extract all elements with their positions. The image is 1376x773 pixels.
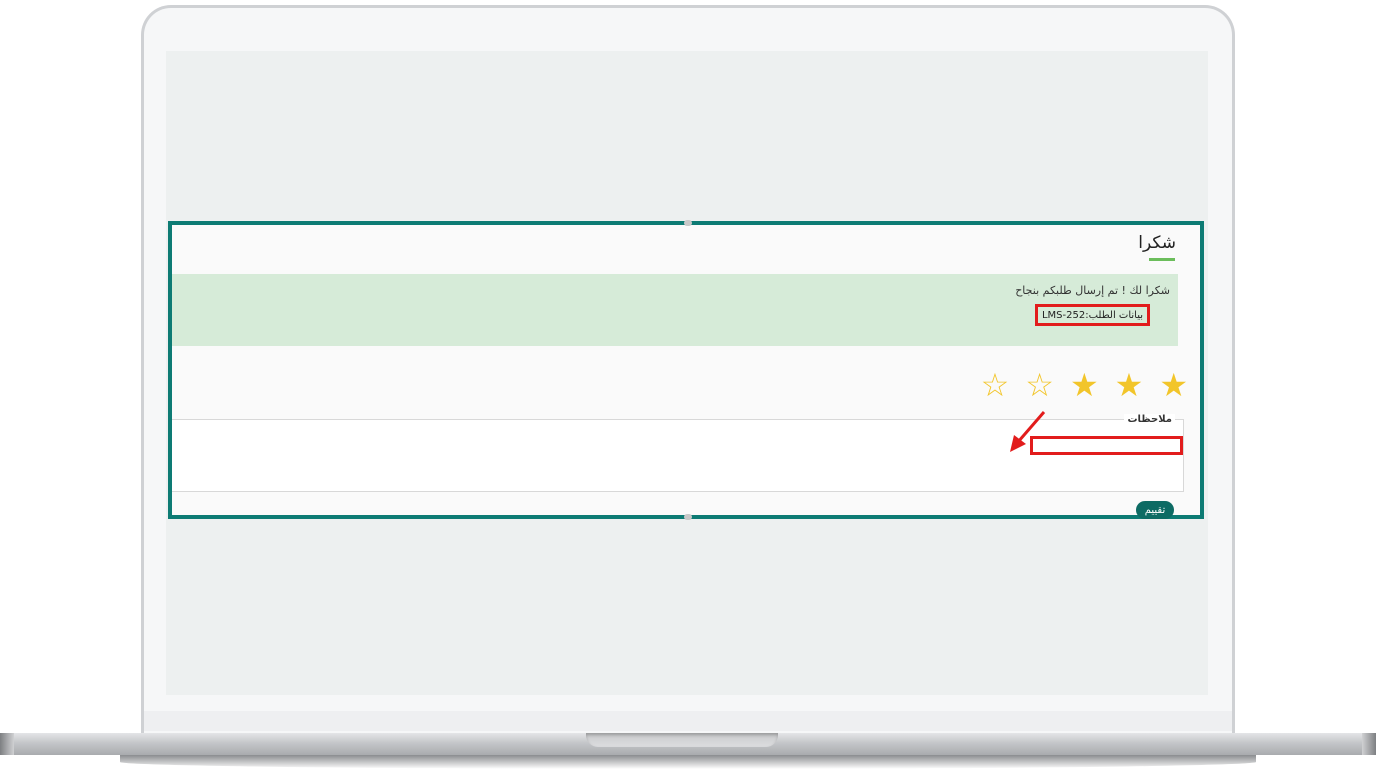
resize-handle [684, 514, 692, 520]
rate-button[interactable]: تقييم [1136, 501, 1174, 519]
laptop-base-end-right [1362, 733, 1376, 755]
star-icon[interactable]: ★ [1159, 368, 1188, 402]
star-rating[interactable]: ★ ★ ★ ☆ ☆ [981, 368, 1188, 402]
star-outline-icon[interactable]: ☆ [981, 368, 1010, 402]
screen: شكرا شكرا لك ! تم إرسال طلبكم بنجاح بيان… [166, 51, 1208, 695]
thank-you-panel: شكرا شكرا لك ! تم إرسال طلبكم بنجاح بيان… [168, 220, 1204, 520]
notes-input[interactable] [1030, 436, 1183, 455]
star-icon[interactable]: ★ [1070, 368, 1099, 402]
title-underline [1149, 258, 1175, 261]
success-alert: شكرا لك ! تم إرسال طلبكم بنجاح بيانات ال… [172, 274, 1178, 346]
star-outline-icon[interactable]: ☆ [1025, 368, 1054, 402]
red-arrow-icon [1010, 411, 1046, 452]
resize-handle [684, 220, 692, 226]
laptop-notch [586, 733, 778, 747]
success-message: شكرا لك ! تم إرسال طلبكم بنجاح [1015, 284, 1170, 297]
laptop-chin [144, 711, 1232, 731]
laptop-shadow [120, 755, 1256, 769]
star-icon[interactable]: ★ [1115, 368, 1144, 402]
request-info: بيانات الطلب:LMS-252 [1041, 309, 1144, 321]
page-title: شكرا [1138, 233, 1176, 253]
notes-label: ملاحظات [1124, 414, 1175, 425]
laptop-base-end-left [0, 733, 14, 755]
request-info-highlight: بيانات الطلب:LMS-252 [1035, 304, 1150, 326]
